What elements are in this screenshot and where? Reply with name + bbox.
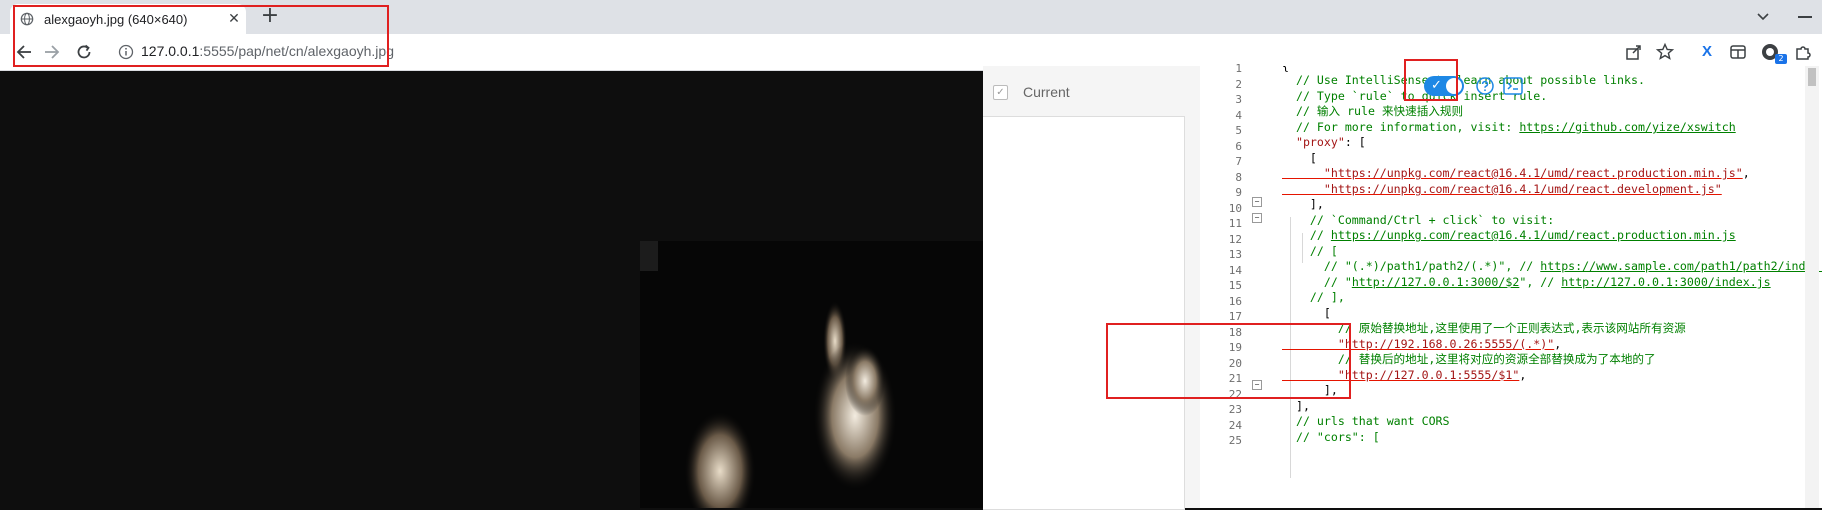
line-number: 21 bbox=[1228, 372, 1242, 385]
code-line: // "cors": [ bbox=[1282, 430, 1380, 444]
tab-strip: alexgaoyh.jpg (640×640) ✕ + bbox=[0, 0, 1822, 34]
code-area[interactable]: { // Use IntelliSense to learn about pos… bbox=[1282, 66, 1822, 508]
reload-icon[interactable] bbox=[74, 42, 94, 62]
line-number: 7 bbox=[1235, 155, 1242, 168]
back-icon[interactable] bbox=[14, 42, 34, 62]
line-number: 14 bbox=[1228, 263, 1242, 277]
line-number: 3 bbox=[1235, 93, 1242, 106]
close-tab-icon[interactable]: ✕ bbox=[226, 11, 242, 27]
line-number: 9 bbox=[1235, 186, 1242, 199]
code-line: // https://unpkg.com/react@16.4.1/umd/re… bbox=[1282, 228, 1736, 242]
line-number: 5 bbox=[1235, 124, 1242, 137]
tab-title: alexgaoyh.jpg (640×640) bbox=[44, 12, 188, 27]
code-link[interactable]: https://unpkg.com/react@16.4.1/umd/react… bbox=[1331, 228, 1736, 242]
code-link[interactable]: http://127.0.0.1:3000/$2 bbox=[1352, 275, 1520, 289]
line-number: 22 bbox=[1228, 387, 1242, 401]
rules-sidebar: ✓ Current bbox=[983, 66, 1201, 510]
rules-list[interactable] bbox=[983, 116, 1185, 510]
info-icon[interactable] bbox=[118, 44, 134, 60]
enable-toggle[interactable]: ✓ bbox=[1424, 76, 1464, 96]
puzzle-icon[interactable] bbox=[1793, 42, 1813, 62]
xswitch-panel: ✓ Current 1 2 3 4 5 6 7 8 9 10 11 12 13 14 15 16 17 18 19 2… bbox=[983, 62, 1822, 510]
line-number: 15 bbox=[1228, 279, 1242, 292]
json-editor[interactable]: 1 2 3 4 5 6 7 8 9 10 11 12 13 14 15 16 17 18 19 20 21 22 23 24 2… bbox=[1200, 62, 1822, 508]
line-number: 18 bbox=[1228, 325, 1242, 339]
line-number: 6 bbox=[1235, 139, 1242, 153]
chevron-down-icon[interactable] bbox=[1753, 6, 1773, 26]
line-number: 8 bbox=[1235, 170, 1242, 184]
code-link[interactable]: https://www.sample.com/path1/path2/index… bbox=[1540, 259, 1822, 273]
image-viewer bbox=[0, 71, 983, 508]
new-tab-button[interactable]: + bbox=[258, 5, 282, 29]
line-number: 25 bbox=[1228, 434, 1242, 447]
line-number: 24 bbox=[1228, 418, 1242, 432]
fold-toggle[interactable]: − bbox=[1252, 197, 1262, 207]
photo-image bbox=[640, 241, 983, 508]
url-host: 127.0.0.1 bbox=[141, 43, 200, 59]
extension-x-icon[interactable]: X bbox=[1702, 43, 1712, 60]
line-number: 1 bbox=[1235, 62, 1242, 75]
line-number: 23 bbox=[1228, 403, 1242, 416]
line-number: 17 bbox=[1228, 310, 1242, 323]
code-line: // "http://127.0.0.1:3000/$2", // http:/… bbox=[1282, 275, 1771, 289]
browser-tab[interactable]: alexgaoyh.jpg (640×640) ✕ bbox=[10, 4, 246, 34]
help-icon[interactable] bbox=[1476, 77, 1494, 95]
line-number: 19 bbox=[1228, 341, 1242, 354]
toggle-knob bbox=[1446, 78, 1462, 94]
address-bar[interactable]: 127.0.0.1:5555/pap/net/cn/alexgaoyh.jpg bbox=[141, 43, 394, 59]
star-icon[interactable] bbox=[1655, 42, 1675, 62]
minimize-button[interactable] bbox=[1798, 16, 1812, 18]
share-icon[interactable] bbox=[1624, 42, 1644, 62]
line-number: 16 bbox=[1228, 294, 1242, 308]
fold-toggle[interactable]: − bbox=[1252, 213, 1262, 223]
code-link[interactable]: https://github.com/yize/xswitch bbox=[1519, 120, 1735, 134]
line-number: 10 bbox=[1228, 201, 1242, 215]
url-path: :5555/pap/net/cn/alexgaoyh.jpg bbox=[199, 43, 394, 59]
current-label: Current bbox=[1023, 84, 1070, 100]
globe-icon bbox=[20, 12, 34, 26]
line-number: 13 bbox=[1228, 248, 1242, 261]
line-number: 4 bbox=[1235, 108, 1242, 122]
current-checkbox[interactable]: ✓ bbox=[993, 85, 1008, 100]
fold-toggle[interactable]: − bbox=[1252, 380, 1262, 390]
line-number: 12 bbox=[1228, 232, 1242, 246]
check-icon: ✓ bbox=[1431, 78, 1442, 93]
line-number: 2 bbox=[1235, 77, 1242, 91]
code-link[interactable]: http://127.0.0.1:3000/index.js bbox=[1561, 275, 1770, 289]
terminal-icon[interactable] bbox=[1503, 77, 1523, 95]
line-number-gutter: 1 2 3 4 5 6 7 8 9 10 11 12 13 14 15 16 17 18 19 20 21 22 23 24 2… bbox=[1200, 62, 1278, 508]
forward-icon[interactable] bbox=[42, 42, 62, 62]
extension-badge: 2 bbox=[1775, 54, 1787, 64]
editor-scrollbar[interactable] bbox=[1805, 66, 1819, 508]
extension-window-icon[interactable] bbox=[1728, 42, 1748, 62]
code-line: "https://unpkg.com/react@16.4.1/umd/reac… bbox=[1282, 182, 1722, 196]
line-number: 20 bbox=[1228, 356, 1242, 370]
scrollbar-thumb[interactable] bbox=[1808, 68, 1816, 86]
line-number: 11 bbox=[1228, 217, 1242, 230]
